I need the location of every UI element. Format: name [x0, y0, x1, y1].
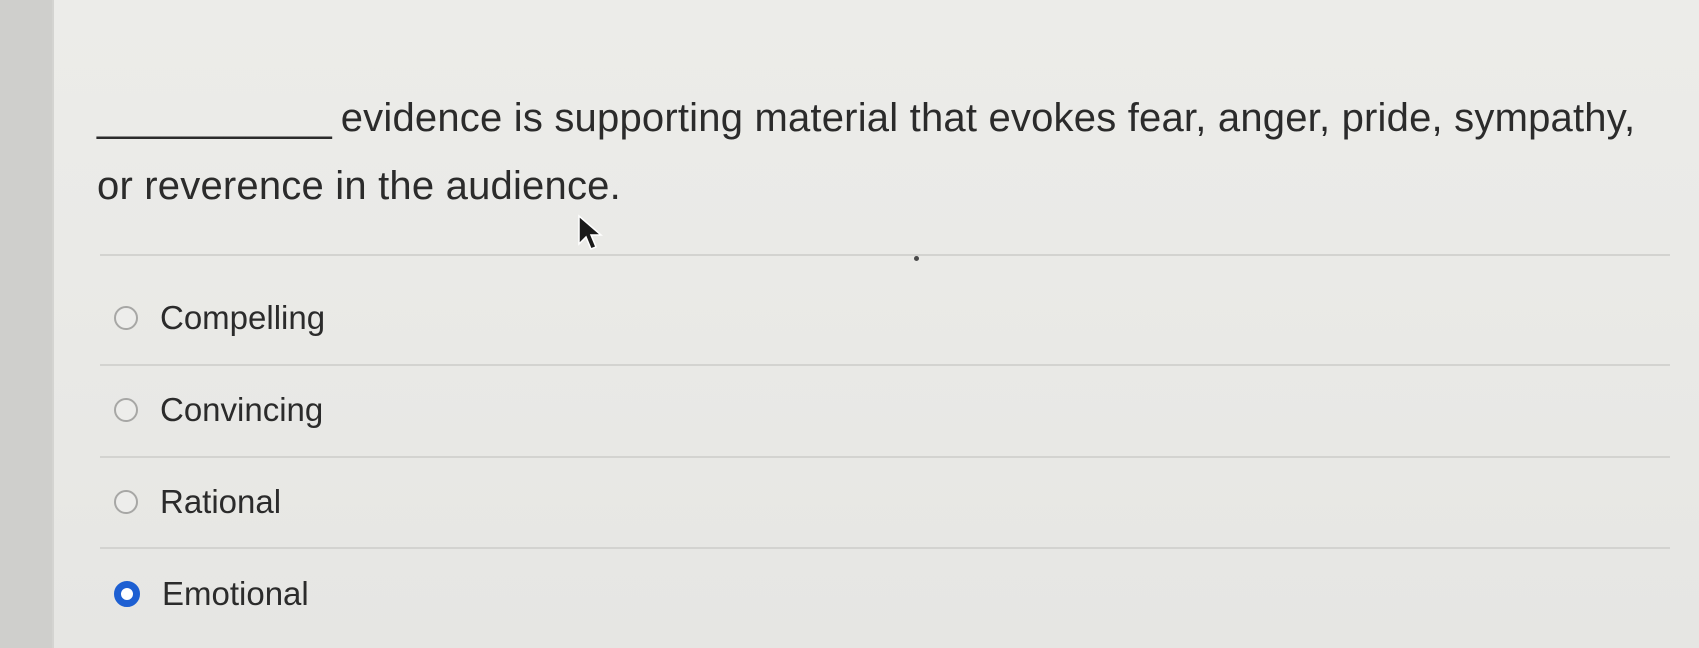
option-label: Compelling: [160, 299, 326, 336]
radio-button[interactable]: [114, 490, 138, 514]
question-blank: ___________: [97, 96, 332, 140]
divider: [100, 547, 1670, 549]
quiz-page: ___________ evidence is supporting materi…: [52, 0, 1699, 648]
option-label: Emotional: [162, 575, 309, 612]
question-text: ___________ evidence is supporting materi…: [97, 84, 1657, 220]
radio-button[interactable]: [114, 306, 138, 330]
mouse-pointer-icon: [578, 214, 604, 250]
option-compelling[interactable]: Compelling: [114, 293, 325, 343]
divider: [100, 364, 1670, 366]
radio-button-selected[interactable]: [114, 581, 140, 607]
screen-speck: [914, 256, 919, 261]
option-rational[interactable]: Rational: [114, 477, 281, 527]
option-emotional[interactable]: Emotional: [114, 569, 309, 619]
divider: [100, 456, 1670, 458]
radio-button[interactable]: [114, 398, 138, 422]
option-label: Rational: [160, 483, 282, 520]
option-label: Convincing: [160, 391, 324, 428]
option-convincing[interactable]: Convincing: [114, 385, 323, 435]
divider: [100, 254, 1670, 256]
